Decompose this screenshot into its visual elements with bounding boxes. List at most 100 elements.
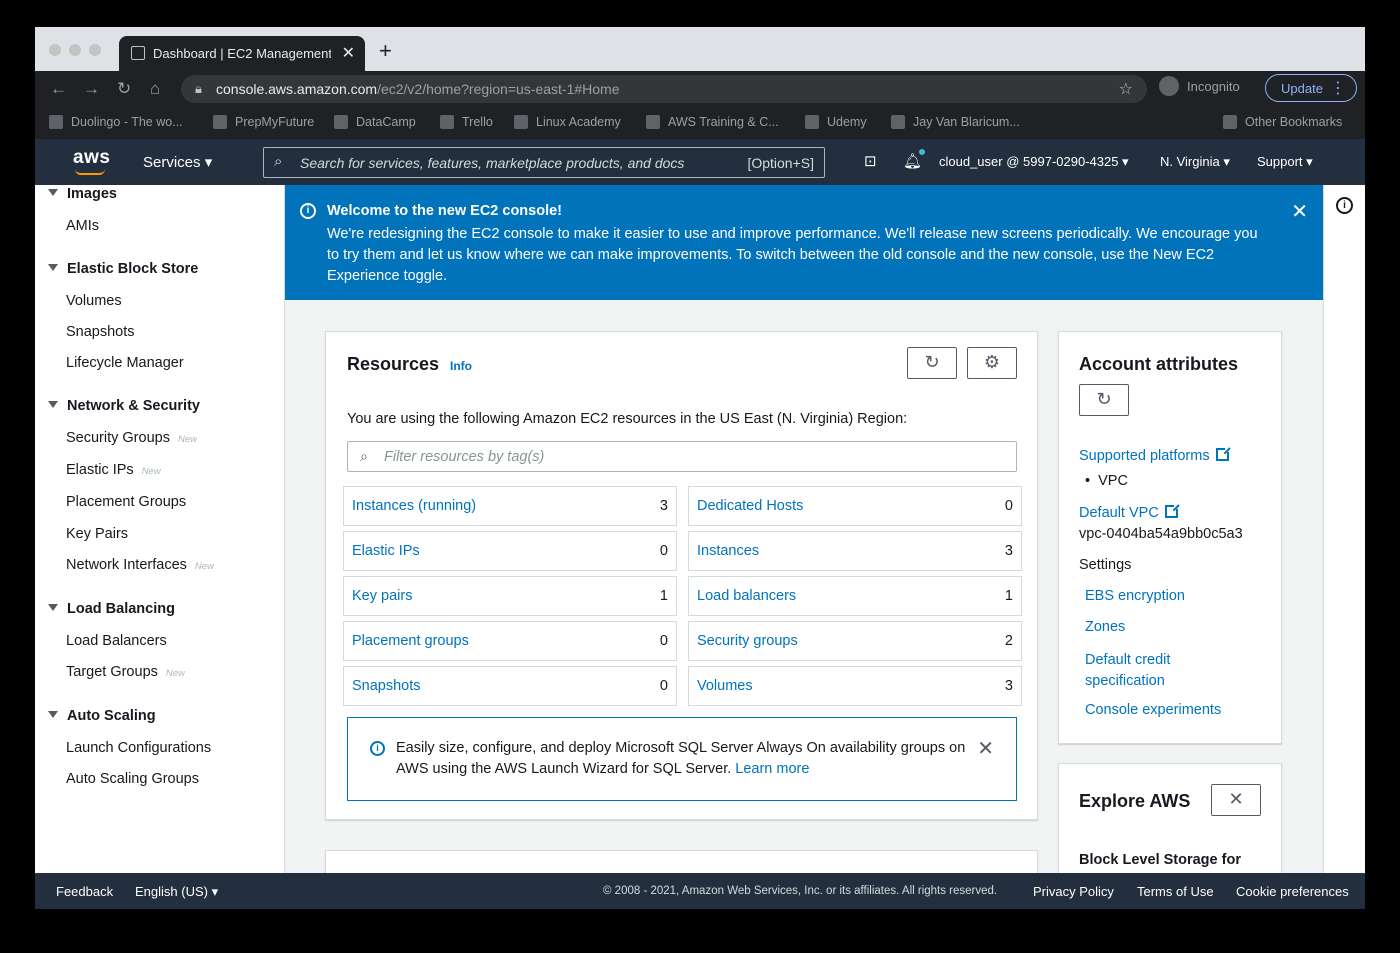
address-bar[interactable]: 🔒︎ console.aws.amazon.com/ec2/v2/home?re… (181, 75, 1147, 103)
search-icon: ⌕ (274, 153, 283, 170)
region-menu[interactable]: N. Virginia ▾ (1160, 154, 1230, 170)
sidebar-section-load-balancing[interactable]: Load Balancing (48, 601, 175, 617)
explore-aws-panel: Explore AWS ✕ Block Level Storage for EC… (1058, 763, 1282, 873)
sidebar-item-volumes[interactable]: Volumes (66, 293, 122, 309)
sidebar-section-images[interactable]: Images (48, 186, 117, 202)
resource-volumes[interactable]: Volumes 3 (688, 666, 1022, 706)
learn-more-link[interactable]: Learn more (735, 761, 809, 777)
cookie-preferences-link[interactable]: Cookie preferences (1236, 884, 1349, 899)
default-vpc-link[interactable]: Default VPC (1079, 503, 1180, 521)
close-banner-icon[interactable]: ✕ (1291, 199, 1308, 224)
close-notice-icon[interactable]: ✕ (977, 736, 994, 761)
settings-button[interactable]: ⚙ (967, 347, 1017, 379)
resource-elastic-ips[interactable]: Elastic IPs 0 (343, 531, 677, 571)
collapse-triangle-icon (48, 264, 58, 271)
bookmark-trello[interactable]: Trello (440, 115, 493, 129)
close-tab-icon[interactable]: ✕ (342, 43, 355, 63)
sidebar-section-ebs[interactable]: Elastic Block Store (48, 261, 198, 277)
update-button[interactable]: Update ⋮ (1265, 74, 1357, 102)
sidebar-section-auto-scaling[interactable]: Auto Scaling (48, 708, 156, 724)
resource-dedicated-hosts[interactable]: Dedicated Hosts 0 (688, 486, 1022, 526)
sidebar-item-key-pairs[interactable]: Key Pairs (66, 526, 128, 542)
resource-instances-running[interactable]: Instances (running) 3 (343, 486, 677, 526)
other-bookmarks[interactable]: Other Bookmarks (1223, 115, 1342, 129)
reload-icon[interactable]: ↻ (117, 79, 131, 99)
home-icon[interactable]: ⌂ (150, 79, 160, 99)
console-experiments-link[interactable]: Console experiments (1085, 702, 1221, 718)
sidebar-item-lifecycle-manager[interactable]: Lifecycle Manager (66, 355, 184, 371)
account-menu[interactable]: cloud_user @ 5997-0290-4325 ▾ (939, 154, 1129, 170)
sidebar-item-security-groups[interactable]: Security Groups New (66, 430, 197, 446)
bookmark-aws-training[interactable]: AWS Training & C... (646, 115, 779, 129)
info-icon: i (370, 741, 385, 756)
sidebar-item-target-groups[interactable]: Target Groups New (66, 664, 185, 680)
console-footer: Feedback English (US) ▾ © 2008 - 2021, A… (35, 873, 1365, 909)
filter-resources-input[interactable]: ⌕ Filter resources by tag(s) (347, 441, 1017, 472)
services-menu[interactable]: Services ▾ (143, 153, 212, 171)
info-panel-icon[interactable]: i (1336, 197, 1353, 214)
sidebar-item-auto-scaling-groups[interactable]: Auto Scaling Groups (66, 771, 199, 787)
support-menu[interactable]: Support ▾ (1257, 154, 1313, 170)
platform-value: • VPC (1085, 473, 1128, 489)
resources-intro: You are using the following Amazon EC2 r… (347, 411, 908, 427)
explore-item-title[interactable]: Block Level Storage for EC2 Instances (1079, 850, 1249, 873)
browser-tab[interactable]: Dashboard | EC2 Management Console ✕ (119, 36, 365, 71)
sidebar-section-network-security[interactable]: Network & Security (48, 398, 200, 414)
privacy-policy-link[interactable]: Privacy Policy (1033, 884, 1114, 899)
sidebar-item-elastic-ips[interactable]: Elastic IPs New (66, 462, 161, 478)
sidebar-item-snapshots[interactable]: Snapshots (66, 324, 135, 340)
bookmark-star-icon[interactable]: ☆ (1119, 79, 1133, 99)
cloudshell-icon[interactable]: ⊡ (864, 152, 877, 170)
aws-console-header: aws Services ▾ ⌕ Search for services, fe… (35, 139, 1365, 185)
resource-security-groups[interactable]: Security groups 2 (688, 621, 1022, 661)
sidebar-item-load-balancers[interactable]: Load Balancers (66, 633, 167, 649)
supported-platforms-link[interactable]: Supported platforms (1079, 446, 1231, 464)
incognito-indicator: Incognito (1159, 76, 1259, 97)
menu-dots-icon[interactable]: ⋮ (1330, 78, 1346, 98)
sidebar-item-launch-configurations[interactable]: Launch Configurations (66, 740, 211, 756)
new-tab-icon[interactable]: + (379, 38, 392, 64)
external-link-icon (1215, 446, 1231, 461)
language-selector[interactable]: English (US) ▾ (135, 884, 218, 900)
aws-logo[interactable]: aws (73, 147, 110, 175)
sidebar-item-network-interfaces[interactable]: Network Interfaces New (66, 557, 214, 573)
sidebar-item-placement-groups[interactable]: Placement Groups (66, 494, 186, 510)
refresh-icon: ↻ (924, 352, 940, 372)
minimize-window-dot[interactable] (69, 44, 81, 56)
welcome-banner: i Welcome to the new EC2 console! We're … (285, 185, 1323, 300)
close-window-dot[interactable] (49, 44, 61, 56)
help-rail: i (1323, 185, 1365, 873)
dismiss-explore-button[interactable]: ✕ (1211, 784, 1261, 816)
sidebar-item-amis[interactable]: AMIs (66, 218, 99, 234)
back-icon[interactable]: ← (50, 79, 67, 99)
zones-link[interactable]: Zones (1085, 619, 1125, 635)
refresh-button[interactable]: ↻ (907, 347, 957, 379)
bookmark-duolingo[interactable]: Duolingo - The wo... (49, 115, 183, 129)
incognito-icon (1159, 76, 1179, 97)
bookmark-linux-academy[interactable]: Linux Academy (514, 115, 621, 129)
bookmark-udemy[interactable]: Udemy (805, 115, 867, 129)
default-credit-spec-link[interactable]: Default credit specification (1085, 650, 1205, 692)
tab-bar: Dashboard | EC2 Management Console ✕ + (35, 27, 1365, 71)
resource-key-pairs[interactable]: Key pairs 1 (343, 576, 677, 616)
forward-icon[interactable]: → (83, 79, 100, 99)
resource-load-balancers[interactable]: Load balancers 1 (688, 576, 1022, 616)
notifications-bell-icon[interactable]: 🔔︎ (903, 152, 922, 170)
ebs-encryption-link[interactable]: EBS encryption (1085, 588, 1185, 604)
resources-info-link[interactable]: Info (450, 359, 472, 373)
feedback-link[interactable]: Feedback (56, 884, 113, 899)
resource-snapshots[interactable]: Snapshots 0 (343, 666, 677, 706)
resource-instances[interactable]: Instances 3 (688, 531, 1022, 571)
terms-of-use-link[interactable]: Terms of Use (1137, 884, 1214, 899)
gear-icon: ⚙ (983, 352, 1001, 372)
maximize-window-dot[interactable] (89, 44, 101, 56)
collapse-triangle-icon (48, 711, 58, 718)
main-content: i Welcome to the new EC2 console! We're … (285, 185, 1323, 873)
account-attributes-title: Account attributes (1079, 354, 1239, 374)
account-refresh-button[interactable]: ↻ (1079, 384, 1129, 416)
bookmark-jay-van-blaricum[interactable]: Jay Van Blaricum... (891, 115, 1020, 129)
resource-placement-groups[interactable]: Placement groups 0 (343, 621, 677, 661)
bookmark-datacamp[interactable]: DataCamp (334, 115, 416, 129)
bookmark-prepmyfuture[interactable]: PrepMyFuture (213, 115, 314, 129)
global-search[interactable]: ⌕ Search for services, features, marketp… (263, 147, 825, 178)
